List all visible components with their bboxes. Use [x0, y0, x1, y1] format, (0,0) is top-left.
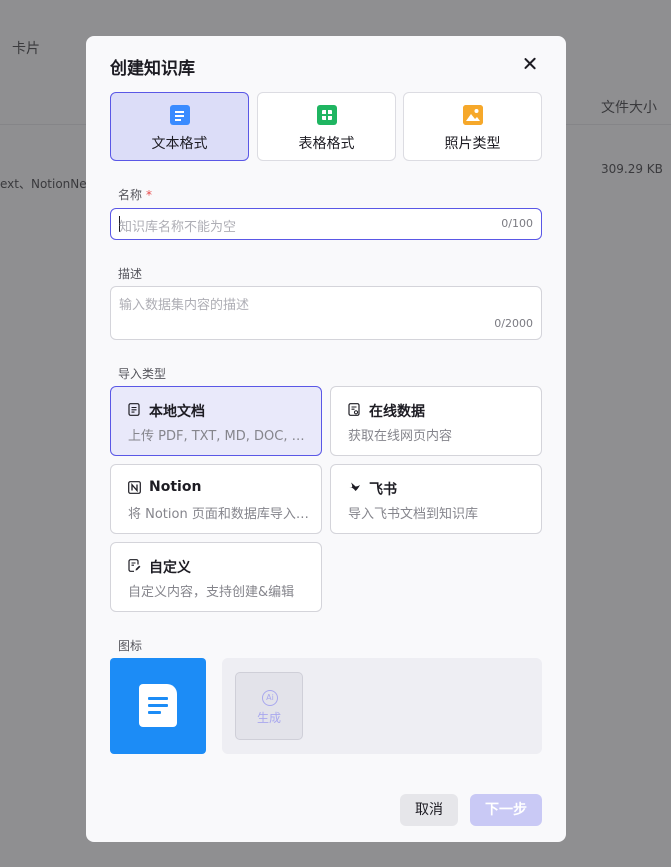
background-row-sources: ext、NotionNex — [0, 177, 94, 191]
import-type-label: 导入类型 — [118, 367, 167, 381]
document-icon — [170, 105, 190, 125]
notion-icon — [128, 481, 141, 494]
import-option-desc: 导入飞书文档到知识库 — [348, 507, 479, 522]
format-label: 表格格式 — [298, 136, 355, 152]
format-label: 照片类型 — [444, 136, 501, 152]
background-column-header: 文件大小 — [601, 100, 657, 116]
name-input[interactable]: 知识库名称不能为空 0/100 — [110, 208, 542, 240]
create-knowledge-base-dialog: 创建知识库 文本格式 表格格式 照片类型 名称 * 知识库名称不能为空 0/10… — [86, 36, 566, 842]
format-table-button[interactable]: 表格格式 — [257, 92, 396, 161]
description-textarea[interactable]: 输入数据集内容的描述 0/2000 — [110, 286, 542, 340]
format-label: 文本格式 — [151, 136, 208, 152]
next-step-button[interactable]: 下一步 — [470, 794, 542, 826]
table-icon — [317, 105, 337, 125]
name-counter: 0/100 — [501, 217, 533, 230]
cancel-button[interactable]: 取消 — [400, 794, 458, 826]
close-icon[interactable] — [520, 54, 540, 74]
background-tab: 卡片 — [12, 41, 40, 57]
knowledge-base-icon[interactable] — [110, 658, 206, 754]
import-option-desc: 自定义内容，支持创建&编辑 — [128, 585, 295, 600]
description-placeholder: 输入数据集内容的描述 — [119, 298, 250, 313]
ai-icon: Ai — [262, 690, 278, 706]
required-mark: * — [146, 188, 153, 202]
import-option-desc: 将 Notion 页面和数据库导入到知识库 — [128, 507, 313, 522]
icon-section-label: 图标 — [118, 639, 143, 653]
dialog-title: 创建知识库 — [110, 59, 195, 79]
name-placeholder: 知识库名称不能为空 — [119, 220, 237, 235]
import-option-title: 本地文档 — [149, 404, 205, 420]
format-image-button[interactable]: 照片类型 — [403, 92, 542, 161]
import-option-desc: 上传 PDF, TXT, MD, DOC, DOCX 格式的本地文件 — [128, 429, 313, 444]
file-icon — [128, 403, 140, 416]
import-option-title: 在线数据 — [369, 404, 425, 420]
ai-generate-button[interactable]: Ai 生成 — [235, 672, 303, 740]
import-option-title: 自定义 — [149, 560, 191, 576]
import-notion[interactable]: Notion 将 Notion 页面和数据库导入到知识库 — [110, 464, 322, 534]
edit-file-icon — [128, 559, 141, 572]
import-option-desc: 获取在线网页内容 — [348, 429, 453, 444]
format-selector: 文本格式 表格格式 照片类型 — [110, 92, 542, 162]
image-icon — [463, 105, 483, 125]
web-file-icon — [348, 403, 360, 416]
import-option-title: Notion — [149, 479, 202, 495]
import-online-data[interactable]: 在线数据 获取在线网页内容 — [330, 386, 542, 456]
document-icon — [139, 684, 177, 727]
import-option-title: 飞书 — [369, 482, 397, 498]
description-label: 描述 — [118, 267, 143, 281]
import-local-document[interactable]: 本地文档 上传 PDF, TXT, MD, DOC, DOCX 格式的本地文件 — [110, 386, 322, 456]
name-label: 名称 * — [118, 188, 153, 202]
generate-label: 生成 — [256, 711, 281, 725]
description-counter: 0/2000 — [494, 317, 533, 330]
import-custom[interactable]: 自定义 自定义内容，支持创建&编辑 — [110, 542, 322, 612]
icon-generate-area: Ai 生成 — [222, 658, 542, 754]
format-text-button[interactable]: 文本格式 — [110, 92, 249, 161]
import-feishu[interactable]: 飞书 导入飞书文档到知识库 — [330, 464, 542, 534]
background-row-size: 309.29 KB — [601, 162, 663, 176]
feishu-icon — [348, 481, 360, 494]
